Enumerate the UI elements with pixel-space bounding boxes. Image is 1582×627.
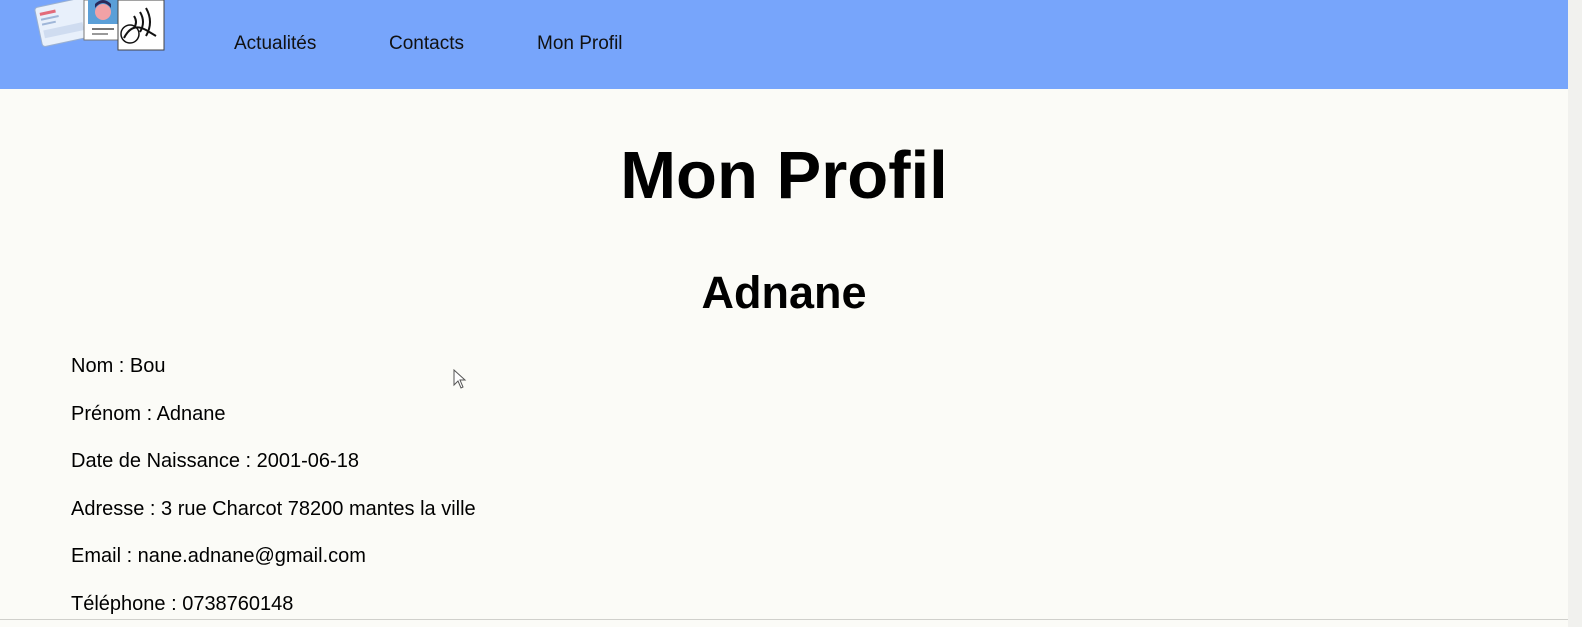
field-email: Email : nane.adnane@gmail.com — [71, 545, 366, 567]
nav-link-mon-profil[interactable]: Mon Profil — [537, 33, 623, 55]
page-title: Mon Profil — [620, 138, 948, 213]
field-telephone: Téléphone : 0738760148 — [71, 593, 294, 615]
mouse-pointer-icon — [453, 369, 467, 389]
id-card-logo[interactable] — [34, 0, 166, 52]
nav-link-contacts[interactable]: Contacts — [389, 33, 464, 55]
scrollbar-track[interactable] — [1568, 0, 1582, 627]
field-adresse: Adresse : 3 rue Charcot 78200 mantes la … — [71, 498, 476, 520]
top-navbar: Actualités Contacts Mon Profil — [0, 0, 1568, 89]
field-nom: Nom : Bou — [71, 355, 166, 377]
divider — [0, 619, 1568, 620]
field-prenom: Prénom : Adnane — [71, 403, 226, 425]
profile-name-heading: Adnane — [701, 267, 867, 318]
field-date-naissance: Date de Naissance : 2001-06-18 — [71, 450, 359, 472]
nav-link-actualites[interactable]: Actualités — [234, 33, 316, 55]
